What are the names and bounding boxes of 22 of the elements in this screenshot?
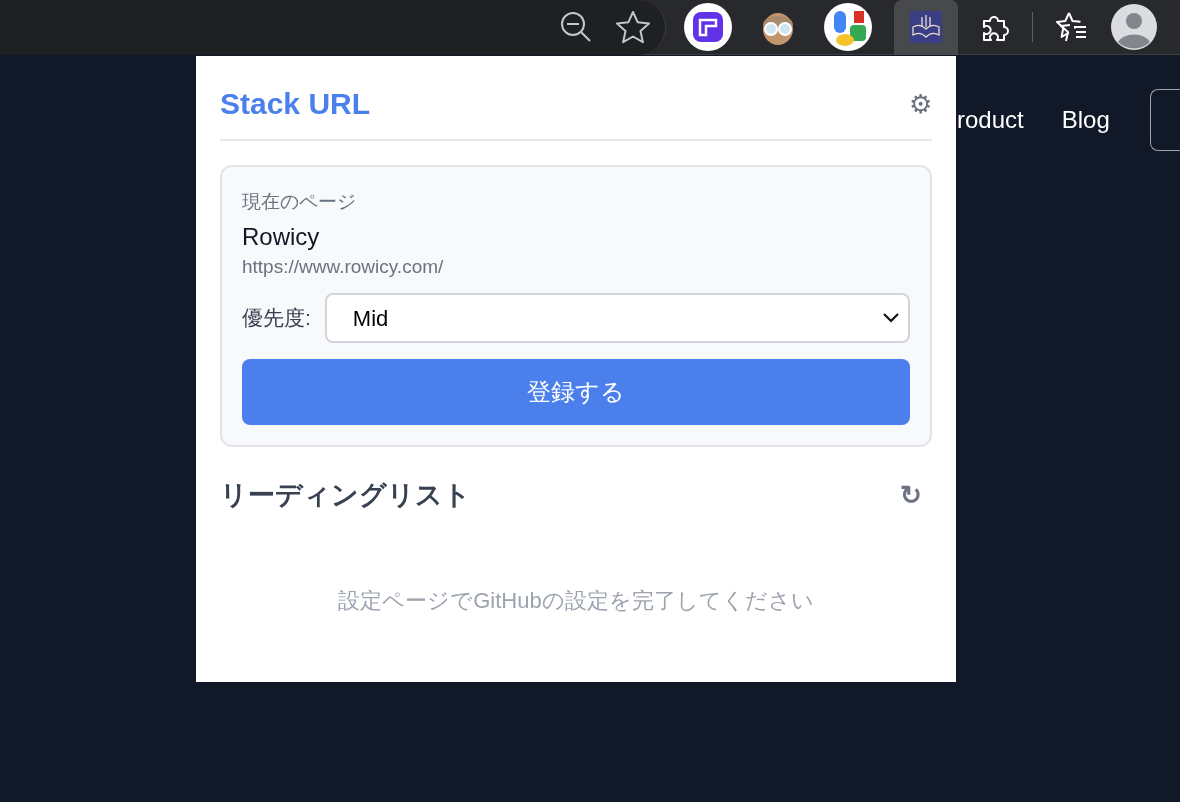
open-book-icon bbox=[910, 11, 942, 43]
section-heading: リーディングリスト bbox=[220, 479, 471, 512]
register-button[interactable]: 登録する bbox=[242, 359, 910, 425]
colorful-logo-icon[interactable] bbox=[824, 3, 872, 51]
page-url: https://www.rowicy.com/ bbox=[242, 255, 445, 279]
reading-list-icon[interactable] bbox=[1055, 11, 1089, 43]
star-icon[interactable] bbox=[615, 10, 651, 44]
priority-label: 優先度: bbox=[242, 305, 311, 332]
app-title: Stack URL bbox=[220, 86, 371, 122]
profile-avatar-icon[interactable] bbox=[1111, 4, 1157, 50]
page-title: Rowicy bbox=[242, 222, 321, 252]
zoom-out-icon[interactable] bbox=[559, 10, 593, 44]
refresh-button[interactable]: ↻ bbox=[900, 482, 922, 509]
chevron-down-icon bbox=[882, 312, 900, 324]
settings-button[interactable]: ⚙ bbox=[909, 90, 932, 117]
section-label: 現在のページ bbox=[242, 190, 357, 214]
active-extension-button[interactable] bbox=[894, 0, 958, 55]
nav-link[interactable]: roduct bbox=[957, 102, 1024, 138]
extension-icon[interactable] bbox=[684, 3, 732, 51]
nav-link[interactable]: Blog bbox=[1061, 102, 1110, 138]
priority-select[interactable]: Mid bbox=[324, 293, 910, 343]
empty-message: 設定ページでGitHubの設定を完了してください bbox=[337, 586, 815, 615]
